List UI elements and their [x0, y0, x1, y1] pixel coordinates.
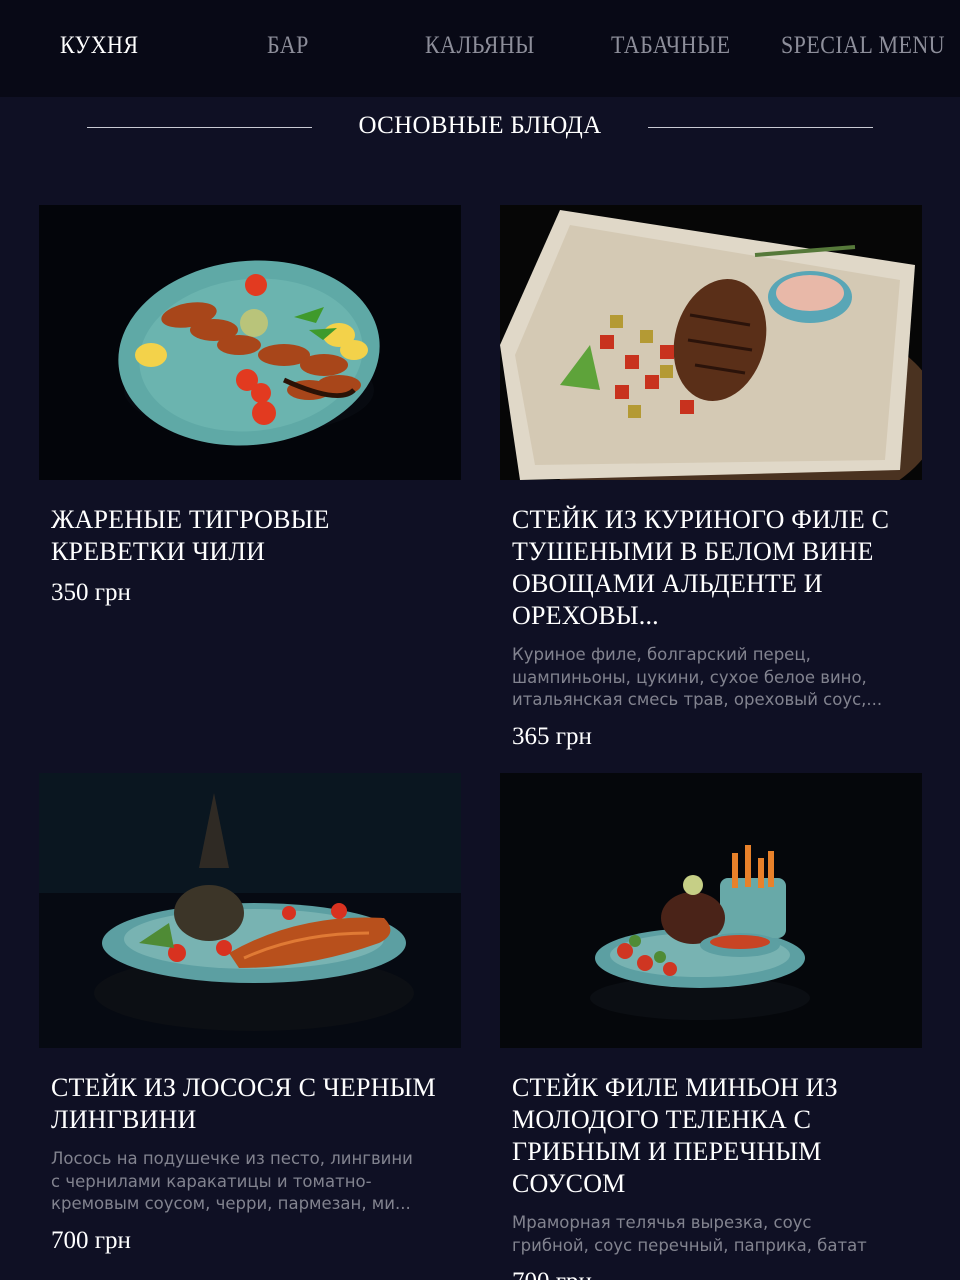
dish-price: 700 грн — [512, 1267, 922, 1280]
salmon-plate-image — [39, 773, 461, 1048]
chicken-steak-image — [500, 205, 922, 480]
dish-price: 350 грн — [51, 579, 131, 606]
filet-mignon-image — [500, 773, 922, 1048]
tab-kitchen[interactable]: КУХНЯ — [60, 32, 138, 60]
top-navigation: КУХНЯ БАР КАЛЬЯНЫ ТАБАЧНЫЕ SPECIAL MENU — [0, 0, 960, 97]
tab-hookahs[interactable]: КАЛЬЯНЫ — [425, 32, 535, 60]
dish-name: СТЕЙК ФИЛЕ МИНЬОН ИЗ МОЛОДОГО ТЕЛЕНКА С … — [512, 1073, 838, 1198]
dish-card-shrimp[interactable]: ЖАРЕНЫЕ ТИГРОВЫЕ КРЕВЕТКИ ЧИЛИ 350 грн — [39, 205, 461, 608]
tab-special-menu[interactable]: SPECIAL MENU — [781, 32, 945, 60]
dish-card-chicken[interactable]: СТЕЙК ИЗ КУРИНОГО ФИЛЕ С ТУШЕНЫМИ В БЕЛО… — [500, 205, 922, 752]
tab-tobacco[interactable]: ТАБАЧНЫЕ — [611, 32, 730, 60]
dish-name: СТЕЙК ИЗ ЛОСОСЯ С ЧЕРНЫМ ЛИНГВИНИ — [51, 1073, 436, 1134]
dish-name: СТЕЙК ИЗ КУРИНОГО ФИЛЕ С ТУШЕНЫМИ В БЕЛО… — [512, 505, 890, 630]
tab-bar[interactable]: БАР — [267, 32, 309, 60]
dish-price: 700 грн — [51, 1226, 131, 1254]
dish-name: ЖАРЕНЫЕ ТИГРОВЫЕ КРЕВЕТКИ ЧИЛИ — [51, 505, 330, 566]
dish-description: Куриное филе, болгарский перец, шампиньо… — [512, 645, 883, 709]
section-divider-right — [648, 127, 873, 128]
shrimp-plate-image — [39, 205, 461, 480]
dish-description: Мраморная телячья вырезка, соус грибной,… — [512, 1213, 867, 1255]
dish-card-filet-mignon[interactable]: СТЕЙК ФИЛЕ МИНЬОН ИЗ МОЛОДОГО ТЕЛЕНКА С … — [500, 773, 922, 1280]
section-header: ОСНОВНЫЕ БЛЮДА — [0, 108, 960, 148]
dish-card-salmon[interactable]: СТЕЙК ИЗ ЛОСОСЯ С ЧЕРНЫМ ЛИНГВИНИ Лосось… — [39, 773, 461, 1256]
dish-price: 365 грн — [512, 722, 592, 750]
dish-description: Лосось на подушечке из песто, лингвини с… — [51, 1149, 413, 1213]
section-title: ОСНОВНЫЕ БЛЮДА — [358, 112, 602, 139]
